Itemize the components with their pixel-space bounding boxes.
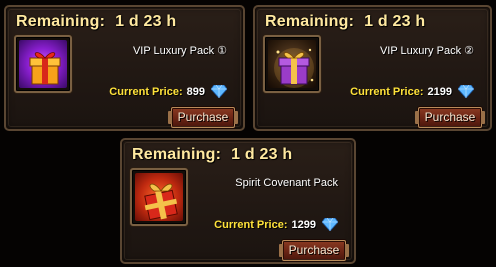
price-label: Current Price: — [109, 85, 183, 98]
pack-name: Spirit Covenant Pack — [235, 177, 338, 189]
item-slot[interactable] — [263, 35, 321, 93]
diamond-icon — [321, 217, 339, 232]
price-value: 899 — [186, 85, 205, 98]
price-value: 2199 — [427, 85, 452, 98]
price-row: Current Price: 899 — [109, 84, 228, 99]
price-value: 1299 — [291, 218, 316, 231]
pack-name: VIP Luxury Pack ① — [132, 45, 227, 57]
remaining-timer: Remaining: 1 d 23 h — [265, 13, 425, 31]
offer-card-vip-luxury-2: Remaining: 1 d 23 h VIP Luxury Pack ② Cur… — [253, 5, 492, 131]
purple-gift-box-icon — [19, 40, 67, 88]
offer-card-vip-luxury-1: Remaining: 1 d 23 h VIP Luxury Pack ① Cur… — [4, 5, 245, 131]
purchase-button[interactable]: Purchase — [279, 240, 349, 261]
price-label: Current Price: — [214, 218, 288, 231]
remaining-label: Remaining: — [16, 13, 106, 30]
diamond-icon — [457, 84, 475, 99]
price-label: Current Price: — [350, 85, 424, 98]
remaining-label: Remaining: — [132, 146, 222, 163]
remaining-value: 1 d 23 h — [364, 13, 426, 30]
glowing-purple-gift-box-icon — [268, 40, 316, 88]
purchase-button[interactable]: Purchase — [168, 107, 238, 128]
pack-name: VIP Luxury Pack ② — [379, 45, 474, 57]
item-slot[interactable] — [130, 168, 188, 226]
diamond-icon — [210, 84, 228, 99]
price-row: Current Price: 1299 — [214, 217, 339, 232]
remaining-timer: Remaining: 1 d 23 h — [16, 13, 176, 31]
item-slot[interactable] — [14, 35, 72, 93]
red-gift-box-icon — [135, 173, 183, 221]
remaining-timer: Remaining: 1 d 23 h — [132, 146, 292, 164]
offer-card-spirit-covenant: Remaining: 1 d 23 h Spirit Covenant Pack … — [120, 138, 356, 264]
remaining-label: Remaining: — [265, 13, 355, 30]
remaining-value: 1 d 23 h — [231, 146, 293, 163]
purchase-button[interactable]: Purchase — [415, 107, 485, 128]
remaining-value: 1 d 23 h — [115, 13, 177, 30]
price-row: Current Price: 2199 — [350, 84, 475, 99]
